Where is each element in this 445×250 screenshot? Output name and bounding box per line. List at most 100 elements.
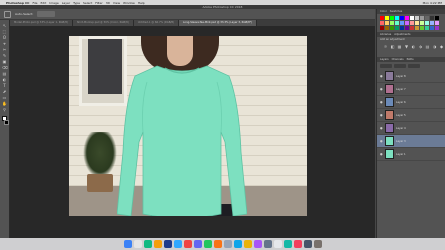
tool-icon[interactable]: ▤	[2, 71, 7, 76]
visibility-eye-icon[interactable]: ●	[380, 152, 383, 156]
move-tool-icon[interactable]	[4, 10, 11, 18]
dock-app-icon[interactable]	[123, 240, 132, 248]
dock-app-icon[interactable]	[173, 240, 182, 248]
tab-libraries[interactable]: Libraries	[380, 32, 391, 37]
layer-row[interactable]: ● Layer 8	[377, 70, 445, 83]
color-swatch[interactable]	[430, 21, 434, 25]
tool-icon[interactable]: ▭	[2, 95, 7, 100]
layer-row[interactable]: ● Layer 3	[377, 135, 445, 148]
color-swatch[interactable]	[425, 16, 429, 20]
color-swatch[interactable]	[385, 26, 389, 30]
document-image[interactable]	[69, 36, 307, 216]
visibility-eye-icon[interactable]: ●	[380, 126, 383, 130]
dock-app-icon[interactable]	[293, 240, 302, 248]
tab-color[interactable]: Color	[380, 9, 387, 14]
dock-app-icon[interactable]	[243, 240, 252, 248]
tab-layers[interactable]: Layers	[380, 57, 389, 62]
color-swatch[interactable]	[430, 26, 434, 30]
tool-icon[interactable]: ⌖	[2, 41, 7, 46]
canvas-area[interactable]	[10, 26, 375, 238]
layer-row[interactable]: ● Layer 1	[377, 148, 445, 161]
color-swatch[interactable]	[400, 26, 404, 30]
dock-app-icon[interactable]	[163, 240, 172, 248]
color-swatch[interactable]	[435, 26, 439, 30]
dock-app-icon[interactable]	[263, 240, 272, 248]
adjustment-icon[interactable]: ⬗	[418, 44, 423, 49]
menu-view[interactable]: View	[113, 1, 120, 5]
visibility-eye-icon[interactable]: ●	[380, 74, 383, 78]
color-swatch[interactable]	[435, 16, 439, 20]
tool-icon[interactable]: ⌫	[2, 65, 8, 70]
color-swatch[interactable]	[390, 16, 394, 20]
opacity-field[interactable]	[394, 64, 406, 68]
color-swatch[interactable]	[380, 26, 384, 30]
color-swatch[interactable]	[435, 21, 439, 25]
color-swatch[interactable]	[395, 26, 399, 30]
color-swatch[interactable]	[405, 26, 409, 30]
app-menu[interactable]: Photoshop CC	[6, 1, 29, 5]
dock-app-icon[interactable]	[233, 240, 242, 248]
color-swatch[interactable]	[400, 21, 404, 25]
layer-row[interactable]: ● Layer 5	[377, 109, 445, 122]
color-swatch[interactable]	[390, 21, 394, 25]
dock-app-icon[interactable]	[203, 240, 212, 248]
tool-icon[interactable]: ↖	[2, 23, 7, 28]
tool-icon[interactable]: ◐	[2, 77, 7, 82]
dock-app-icon[interactable]	[273, 240, 282, 248]
tool-icon[interactable]: ⬚	[2, 29, 7, 34]
color-swatch[interactable]	[420, 16, 424, 20]
clock[interactable]: Mon 4:22 PM	[423, 1, 442, 5]
color-swatch[interactable]	[405, 21, 409, 25]
dock-app-icon[interactable]	[213, 240, 222, 248]
color-swatch[interactable]	[415, 21, 419, 25]
adjustment-icon[interactable]: ▦	[397, 44, 402, 49]
layer-row[interactable]: ● Layer 6	[377, 96, 445, 109]
menu-file[interactable]: File	[32, 1, 37, 5]
menu-window[interactable]: Window	[123, 1, 135, 5]
color-swatch[interactable]	[405, 16, 409, 20]
adjustment-icon[interactable]: ▤	[425, 44, 430, 49]
menu-filter[interactable]: Filter	[95, 1, 102, 5]
visibility-eye-icon[interactable]: ●	[380, 139, 383, 143]
color-swatch[interactable]	[400, 16, 404, 20]
dock-app-icon[interactable]	[303, 240, 312, 248]
color-swatch[interactable]	[420, 26, 424, 30]
background-color-swatch[interactable]	[3, 120, 9, 125]
auto-select-dropdown[interactable]	[37, 11, 56, 17]
color-swatch[interactable]	[390, 26, 394, 30]
dock-app-icon[interactable]	[133, 240, 142, 248]
dock-app-icon[interactable]	[193, 240, 202, 248]
tab-swatches[interactable]: Swatches	[390, 9, 402, 14]
color-swatch[interactable]	[410, 21, 414, 25]
tool-icon[interactable]: ⚲	[2, 107, 7, 112]
tool-icon[interactable]: ✋	[2, 101, 7, 106]
visibility-eye-icon[interactable]: ●	[380, 87, 383, 91]
adjustment-icon[interactable]: ☼	[383, 44, 388, 49]
menu-layer[interactable]: Layer	[62, 1, 70, 5]
menu-3d[interactable]: 3D	[106, 1, 110, 5]
dock-app-icon[interactable]	[313, 240, 322, 248]
dock-app-icon[interactable]	[223, 240, 232, 248]
color-swatch[interactable]	[415, 16, 419, 20]
menu-type[interactable]: Type	[73, 1, 80, 5]
tool-icon[interactable]: ▣	[2, 59, 7, 64]
adjustment-icon[interactable]: ◑	[432, 44, 437, 49]
adjustment-icon[interactable]: ◧	[390, 44, 395, 49]
color-swatch[interactable]	[395, 16, 399, 20]
dock-app-icon[interactable]	[253, 240, 262, 248]
visibility-eye-icon[interactable]: ●	[380, 100, 383, 104]
dock-app-icon[interactable]	[143, 240, 152, 248]
color-swatch[interactable]	[425, 21, 429, 25]
menu-edit[interactable]: Edit	[41, 1, 47, 5]
menu-image[interactable]: Image	[49, 1, 58, 5]
visibility-eye-icon[interactable]: ●	[380, 113, 383, 117]
tool-icon[interactable]: T	[2, 83, 7, 88]
adjustment-icon[interactable]: ◐	[411, 44, 416, 49]
dock-app-icon[interactable]	[153, 240, 162, 248]
color-swatch[interactable]	[380, 16, 384, 20]
tool-icon[interactable]: ʘ	[2, 35, 7, 40]
layer-row[interactable]: ● Layer 4	[377, 122, 445, 135]
color-swatch[interactable]	[415, 26, 419, 30]
color-swatch[interactable]	[425, 26, 429, 30]
tab-channels[interactable]: Channels	[392, 57, 404, 62]
